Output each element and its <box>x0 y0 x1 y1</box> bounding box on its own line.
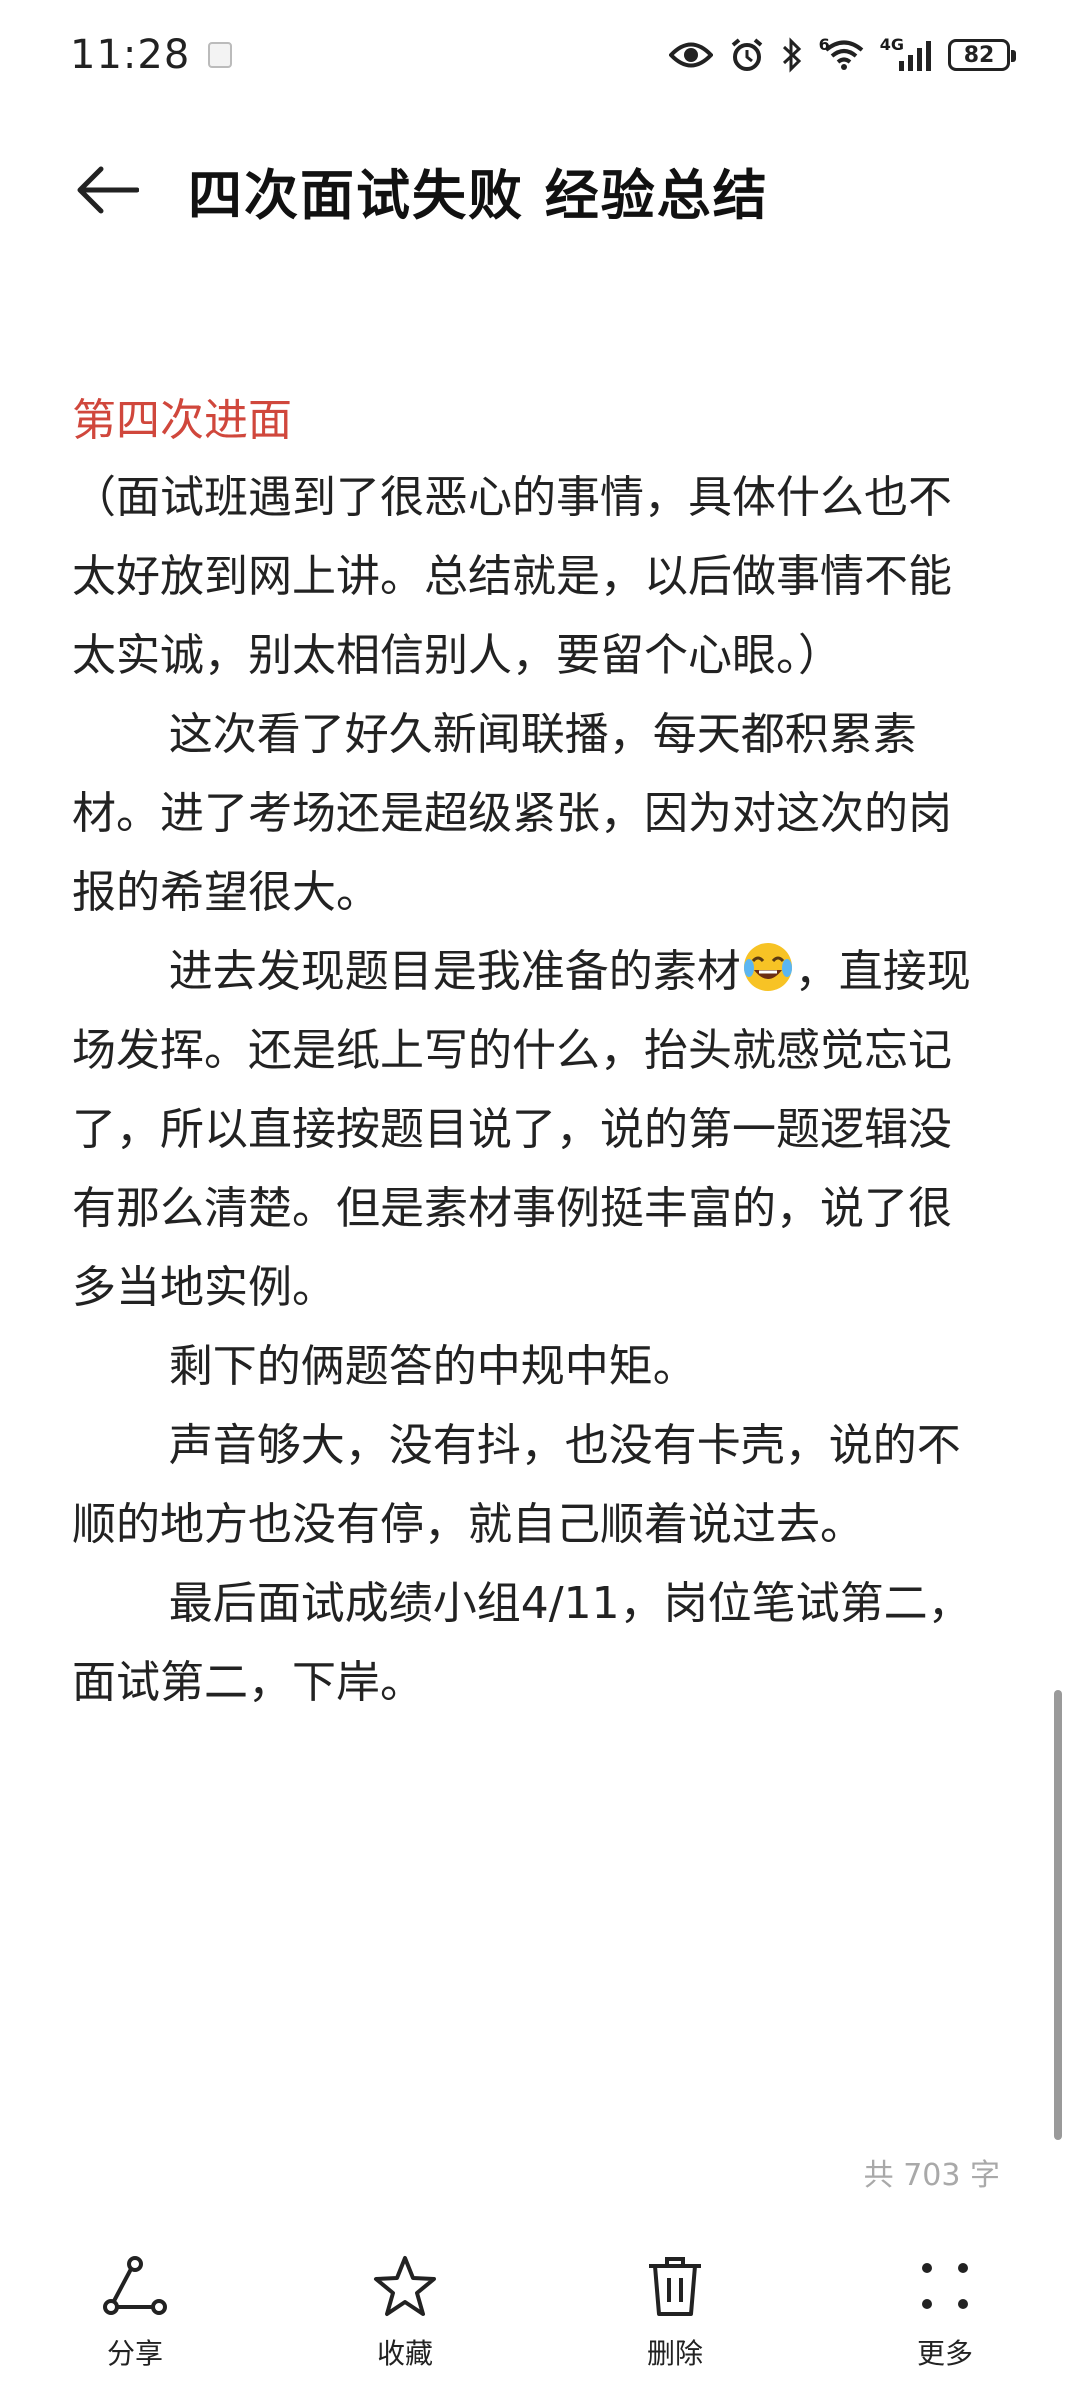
battery-level: 82 <box>963 42 995 68</box>
paragraph-3-part-1: 进去发现题目是我准备的素材 <box>168 946 741 997</box>
back-button[interactable] <box>72 155 142 225</box>
signal-superscript: 6 <box>818 35 830 54</box>
paragraph-3: 进去发现题目是我准备的素材 ，直接现场发挥。还是纸上写的什么，抬头就感觉忘记了，所… <box>72 932 992 1327</box>
eye-icon <box>668 40 713 70</box>
delete-label: 删除 <box>646 2337 703 2370</box>
status-left: 11:28 <box>70 32 233 78</box>
paragraph-3-part-2: ，直接现场发挥。还是纸上写的什么，抬头就感觉忘记了，所以直接按题目说了，说的第一… <box>72 946 971 1313</box>
header: 四次面试失败 经验总结 <box>0 140 1080 240</box>
notification-icon <box>208 42 233 68</box>
share-button[interactable]: 分享 <box>35 2250 235 2372</box>
bluetooth-icon <box>781 37 803 73</box>
word-count: 共 703 字 <box>863 2158 1000 2193</box>
signal-icon: 4G <box>879 35 932 71</box>
star-icon <box>369 2250 441 2322</box>
delete-button[interactable]: 删除 <box>575 2250 775 2372</box>
paragraph-4: 剩下的俩题答的中规中矩。 <box>168 1341 697 1392</box>
paragraph-1: （面试班遇到了很恶心的事情，具体什么也不太好放到网上讲。总结就是，以后做事情不能… <box>72 472 952 681</box>
favorite-label: 收藏 <box>376 2337 433 2370</box>
page-title: 四次面试失败 经验总结 <box>188 163 769 227</box>
section-title: 第四次进面 <box>72 395 292 446</box>
laughing-crying-emoji-icon <box>743 943 792 991</box>
back-arrow-icon <box>77 166 139 214</box>
status-right: 6 4G 82 <box>668 35 1016 73</box>
paragraph-6: 最后面试成绩小组4/11，岗位笔试第二，面试第二，下岸。 <box>72 1578 972 1708</box>
note-screen: 11:28 6 4G 82 四次面试失败 经验总结 第四次进面 （面试班遇到了很… <box>0 0 1080 2403</box>
share-icon <box>99 2250 171 2322</box>
article-content[interactable]: 第四次进面 （面试班遇到了很恶心的事情，具体什么也不太好放到网上讲。总结就是，以… <box>72 388 992 1722</box>
battery-icon: 82 <box>948 39 1016 71</box>
bottom-action-bar: 分享 收藏 删除 更多 <box>0 2250 1080 2403</box>
paragraph-2: 这次看了好久新闻联播，每天都积累素材。进了考场还是超级紧张，因为对这次的岗报的希… <box>72 709 952 918</box>
status-bar: 11:28 6 4G 82 <box>0 0 1080 110</box>
alarm-icon <box>729 37 765 73</box>
wifi-icon: 6 <box>818 35 864 71</box>
status-time: 11:28 <box>70 32 191 78</box>
favorite-button[interactable]: 收藏 <box>305 2250 505 2372</box>
network-label: 4G <box>879 35 904 54</box>
more-dots-icon <box>909 2250 981 2322</box>
more-button[interactable]: 更多 <box>845 2250 1045 2372</box>
scrollbar[interactable] <box>1054 1690 1062 2140</box>
trash-icon <box>639 2250 711 2322</box>
more-label: 更多 <box>916 2337 973 2370</box>
share-label: 分享 <box>106 2337 163 2370</box>
paragraph-5: 声音够大，没有抖，也没有卡壳，说的不顺的地方也没有停，就自己顺着说过去。 <box>72 1420 961 1550</box>
